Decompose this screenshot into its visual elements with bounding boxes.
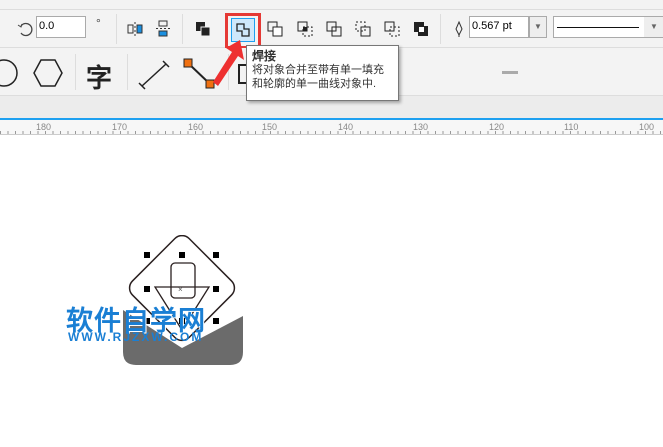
text-tool-icon[interactable]: 字	[86, 58, 112, 95]
rotation-input[interactable]: 0.0	[36, 16, 86, 38]
polygon-tool-icon[interactable]	[32, 58, 64, 88]
red-arrow-pointer	[213, 40, 244, 86]
divider	[127, 54, 128, 90]
simplify-icon[interactable]	[325, 20, 343, 38]
divider	[116, 14, 117, 44]
ellipse-tool-icon[interactable]	[0, 58, 20, 88]
mirror-vertical-icon[interactable]	[154, 20, 172, 38]
property-bar: 0.0 ° 0.567 pt ▼ ▼	[0, 10, 663, 49]
divider	[440, 14, 441, 44]
divider	[75, 54, 76, 90]
svg-text:×: ×	[178, 285, 183, 294]
selected-rect-shape	[170, 262, 196, 299]
watermark-url: WWW.RJZXW.COM	[68, 330, 204, 344]
mirror-horizontal-icon[interactable]	[126, 20, 144, 38]
weld-tooltip: 焊接 将对象合并至带有单一填充和轮廓的单一曲线对象中.	[246, 45, 399, 101]
outline-pen-icon	[455, 20, 463, 37]
line-style-dropdown[interactable]: ▼	[553, 16, 663, 38]
chevron-down-icon: ▼	[644, 17, 663, 37]
front-minus-back-icon[interactable]	[354, 20, 372, 38]
outline-width-dropdown[interactable]: ▼	[529, 16, 547, 38]
boundary-icon[interactable]	[412, 20, 430, 38]
combine-icon[interactable]	[194, 20, 212, 38]
tooltip-description: 将对象合并至带有单一填充和轮廓的单一曲线对象中.	[252, 64, 384, 90]
plus-icon[interactable]	[502, 71, 518, 74]
divider	[182, 14, 183, 44]
tooltip-title: 焊接	[252, 49, 277, 63]
line-style-preview	[557, 27, 639, 28]
trim-icon[interactable]	[266, 20, 284, 38]
dimension-tool-icon[interactable]	[138, 60, 172, 90]
intersect-icon[interactable]	[296, 20, 314, 38]
outline-width-input[interactable]: 0.567 pt	[469, 16, 529, 38]
horizontal-ruler[interactable]: 180 170 160 150 140 130 120 110 100	[0, 118, 663, 135]
degree-label: °	[96, 16, 101, 30]
back-minus-front-icon[interactable]	[383, 20, 401, 38]
rotate-icon	[17, 22, 33, 37]
ruler-minor-ticks	[0, 131, 663, 134]
top-property-row	[0, 0, 663, 10]
weld-icon	[236, 23, 250, 37]
